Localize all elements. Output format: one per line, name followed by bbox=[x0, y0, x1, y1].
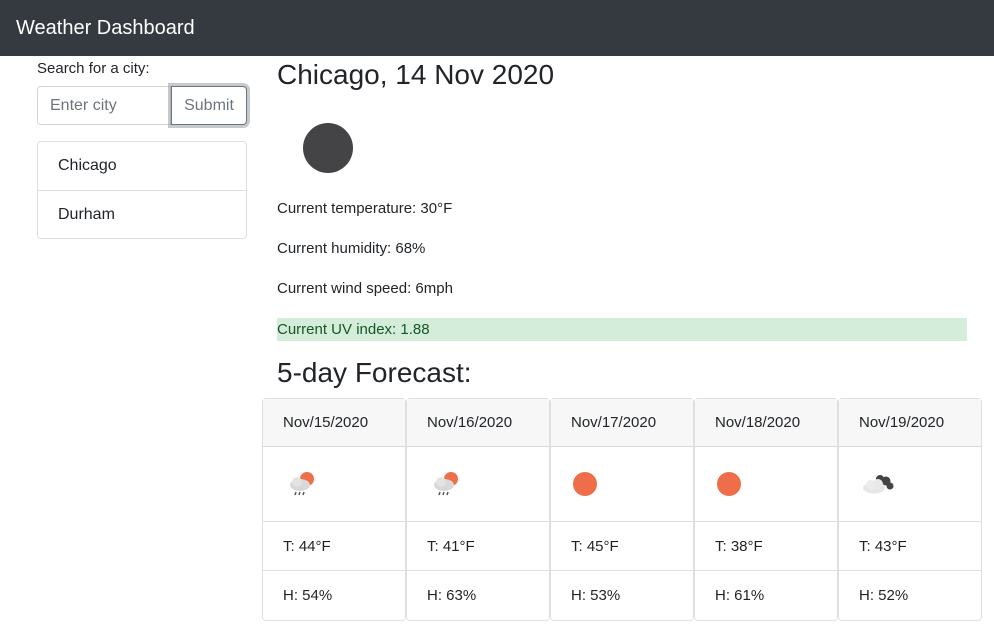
forecast-date: Nov/18/2020 bbox=[695, 399, 837, 447]
navbar: Weather Dashboard bbox=[0, 0, 994, 56]
current-uv-index: Current UV index: 1.88 bbox=[277, 318, 967, 341]
current-icon-area bbox=[277, 92, 967, 182]
forecast-temperature: T: 44°F bbox=[263, 522, 405, 571]
forecast-humidity: H: 53% bbox=[571, 587, 621, 604]
forecast-temperature: T: 41°F bbox=[407, 522, 549, 571]
forecast-card: Nov/15/2020 T: 44°F H: 54% bbox=[262, 398, 406, 621]
forecast-icon-row bbox=[407, 447, 549, 522]
search-form: Submit bbox=[37, 86, 247, 125]
forecast-icon-row bbox=[263, 447, 405, 522]
forecast-card: Nov/16/2020 T: 41°F H: 63% bbox=[406, 398, 550, 621]
forecast-humidity: H: 61% bbox=[715, 587, 765, 604]
forecast-humidity: H: 54% bbox=[283, 587, 333, 604]
forecast-temperature: T: 38°F bbox=[695, 522, 837, 571]
submit-button[interactable]: Submit bbox=[171, 86, 247, 125]
forecast-cards: Nov/15/2020 T: 44°F H: 54% Nov/16/2020 T… bbox=[262, 398, 982, 621]
sun-icon bbox=[573, 472, 597, 496]
forecast-card: Nov/18/2020 T: 38°F H: 61% bbox=[694, 398, 838, 621]
dark-sun-icon bbox=[303, 123, 353, 173]
forecast-icon-row bbox=[551, 447, 693, 522]
app-title: Weather Dashboard bbox=[16, 16, 195, 39]
current-humidity: Current humidity: 68% bbox=[277, 240, 426, 257]
history-item-chicago[interactable]: Chicago bbox=[38, 142, 246, 190]
cloud-icon bbox=[863, 475, 894, 494]
forecast-icon-row bbox=[695, 447, 837, 522]
sidebar: Search for a city: Submit Chicago Durham bbox=[37, 58, 247, 239]
history-item-durham[interactable]: Durham bbox=[38, 190, 246, 238]
forecast-date: Nov/16/2020 bbox=[407, 399, 549, 447]
current-weather: Chicago, 14 Nov 2020 Current temperature… bbox=[277, 58, 967, 391]
rain-cloud-sun-icon bbox=[290, 472, 314, 496]
city-search-input[interactable] bbox=[37, 86, 171, 125]
forecast-temperature: T: 43°F bbox=[839, 522, 981, 571]
forecast-heading: 5-day Forecast: bbox=[277, 357, 472, 388]
forecast-card: Nov/17/2020 T: 45°F H: 53% bbox=[550, 398, 694, 621]
sun-icon bbox=[717, 472, 741, 496]
search-history-list: Chicago Durham bbox=[37, 141, 247, 239]
forecast-date: Nov/15/2020 bbox=[263, 399, 405, 447]
forecast-humidity: H: 63% bbox=[427, 587, 477, 604]
current-temperature: Current temperature: 30°F bbox=[277, 200, 453, 217]
forecast-icon-row bbox=[839, 447, 981, 522]
forecast-temperature: T: 45°F bbox=[551, 522, 693, 571]
forecast-humidity: H: 52% bbox=[859, 587, 909, 604]
current-wind-speed: Current wind speed: 6mph bbox=[277, 280, 453, 297]
forecast-date: Nov/17/2020 bbox=[551, 399, 693, 447]
forecast-card: Nov/19/2020 T: 43°F H: 52% bbox=[838, 398, 982, 621]
forecast-date: Nov/19/2020 bbox=[839, 399, 981, 447]
search-label: Search for a city: bbox=[37, 60, 150, 77]
current-city-heading: Chicago, 14 Nov 2020 bbox=[277, 59, 555, 90]
rain-cloud-sun-icon bbox=[434, 472, 458, 496]
